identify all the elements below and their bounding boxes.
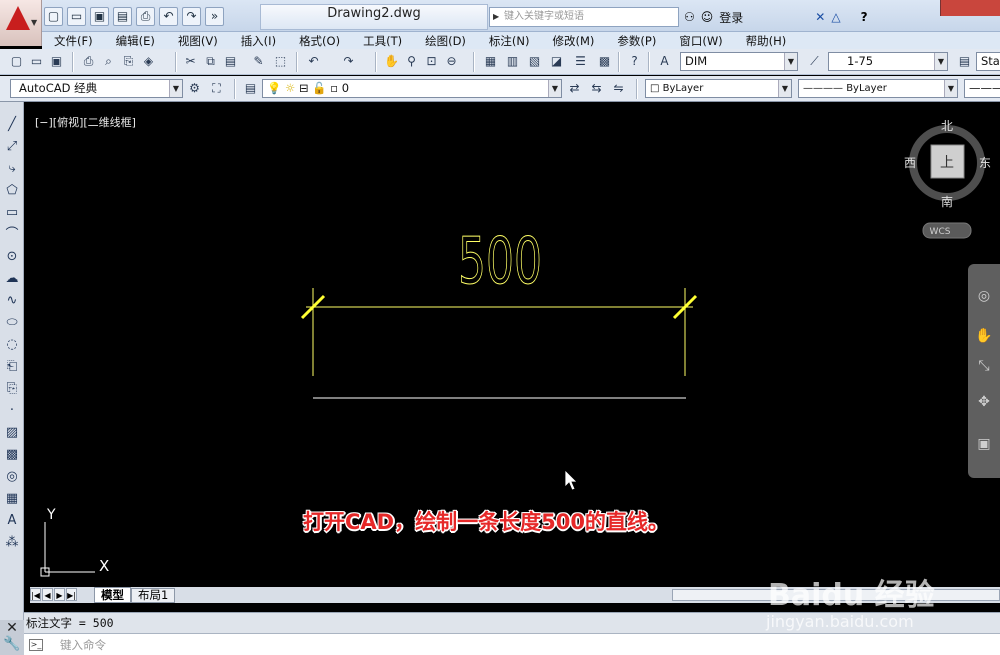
orbit-icon[interactable]: ✥ (974, 392, 994, 412)
next-tab-icon[interactable]: ▶ (54, 588, 65, 601)
wcs-label: WCS (930, 227, 951, 237)
mouse-cursor-icon (564, 469, 578, 491)
compass-north-label[interactable]: 北 (941, 119, 953, 133)
last-tab-icon[interactable]: ▶| (66, 588, 77, 601)
command-line[interactable]: >_ 键入命令 (24, 633, 1000, 655)
showmotion-icon[interactable]: ▣ (974, 434, 994, 454)
command-line-close-icon[interactable]: ✕ 🔧 (0, 620, 24, 655)
zoom-extents-icon[interactable]: ⤡ (974, 356, 994, 376)
tab-layout1[interactable]: 布局1 (131, 588, 176, 603)
navigation-bar: ◎ ✋ ⤡ ✥ ▣ (968, 264, 1000, 478)
compass-south-label[interactable]: 南 (941, 194, 953, 209)
tab-model[interactable]: 模型 (94, 587, 131, 603)
command-input[interactable]: 键入命令 (60, 637, 106, 653)
watermark-url: jingyan.baidu.com (766, 612, 914, 631)
ucs-y-label: Y (46, 507, 56, 523)
compass-west-label[interactable]: 西 (904, 156, 916, 170)
pan-icon[interactable]: ✋ (974, 326, 994, 346)
tutorial-caption: 打开CAD，绘制一条长度500的直线。 (303, 510, 669, 534)
compass-east-label[interactable]: 东 (979, 156, 991, 170)
viewcube-face-label: 上 (940, 155, 954, 171)
dimension-text[interactable]: 500 (458, 225, 543, 300)
tab-navigation: |◀ ◀ ▶ ▶| (30, 588, 77, 602)
first-tab-icon[interactable]: |◀ (30, 588, 41, 601)
ucs-x-label: X (99, 557, 109, 575)
watermark-brand: Baidu 经验 (768, 578, 935, 613)
watermark: Baidu 经验 jingyan.baidu.com (766, 545, 996, 635)
command-prompt-icon[interactable]: >_ (29, 639, 43, 651)
steering-wheel-icon[interactable]: ◎ (974, 286, 994, 306)
prev-tab-icon[interactable]: ◀ (42, 588, 53, 601)
